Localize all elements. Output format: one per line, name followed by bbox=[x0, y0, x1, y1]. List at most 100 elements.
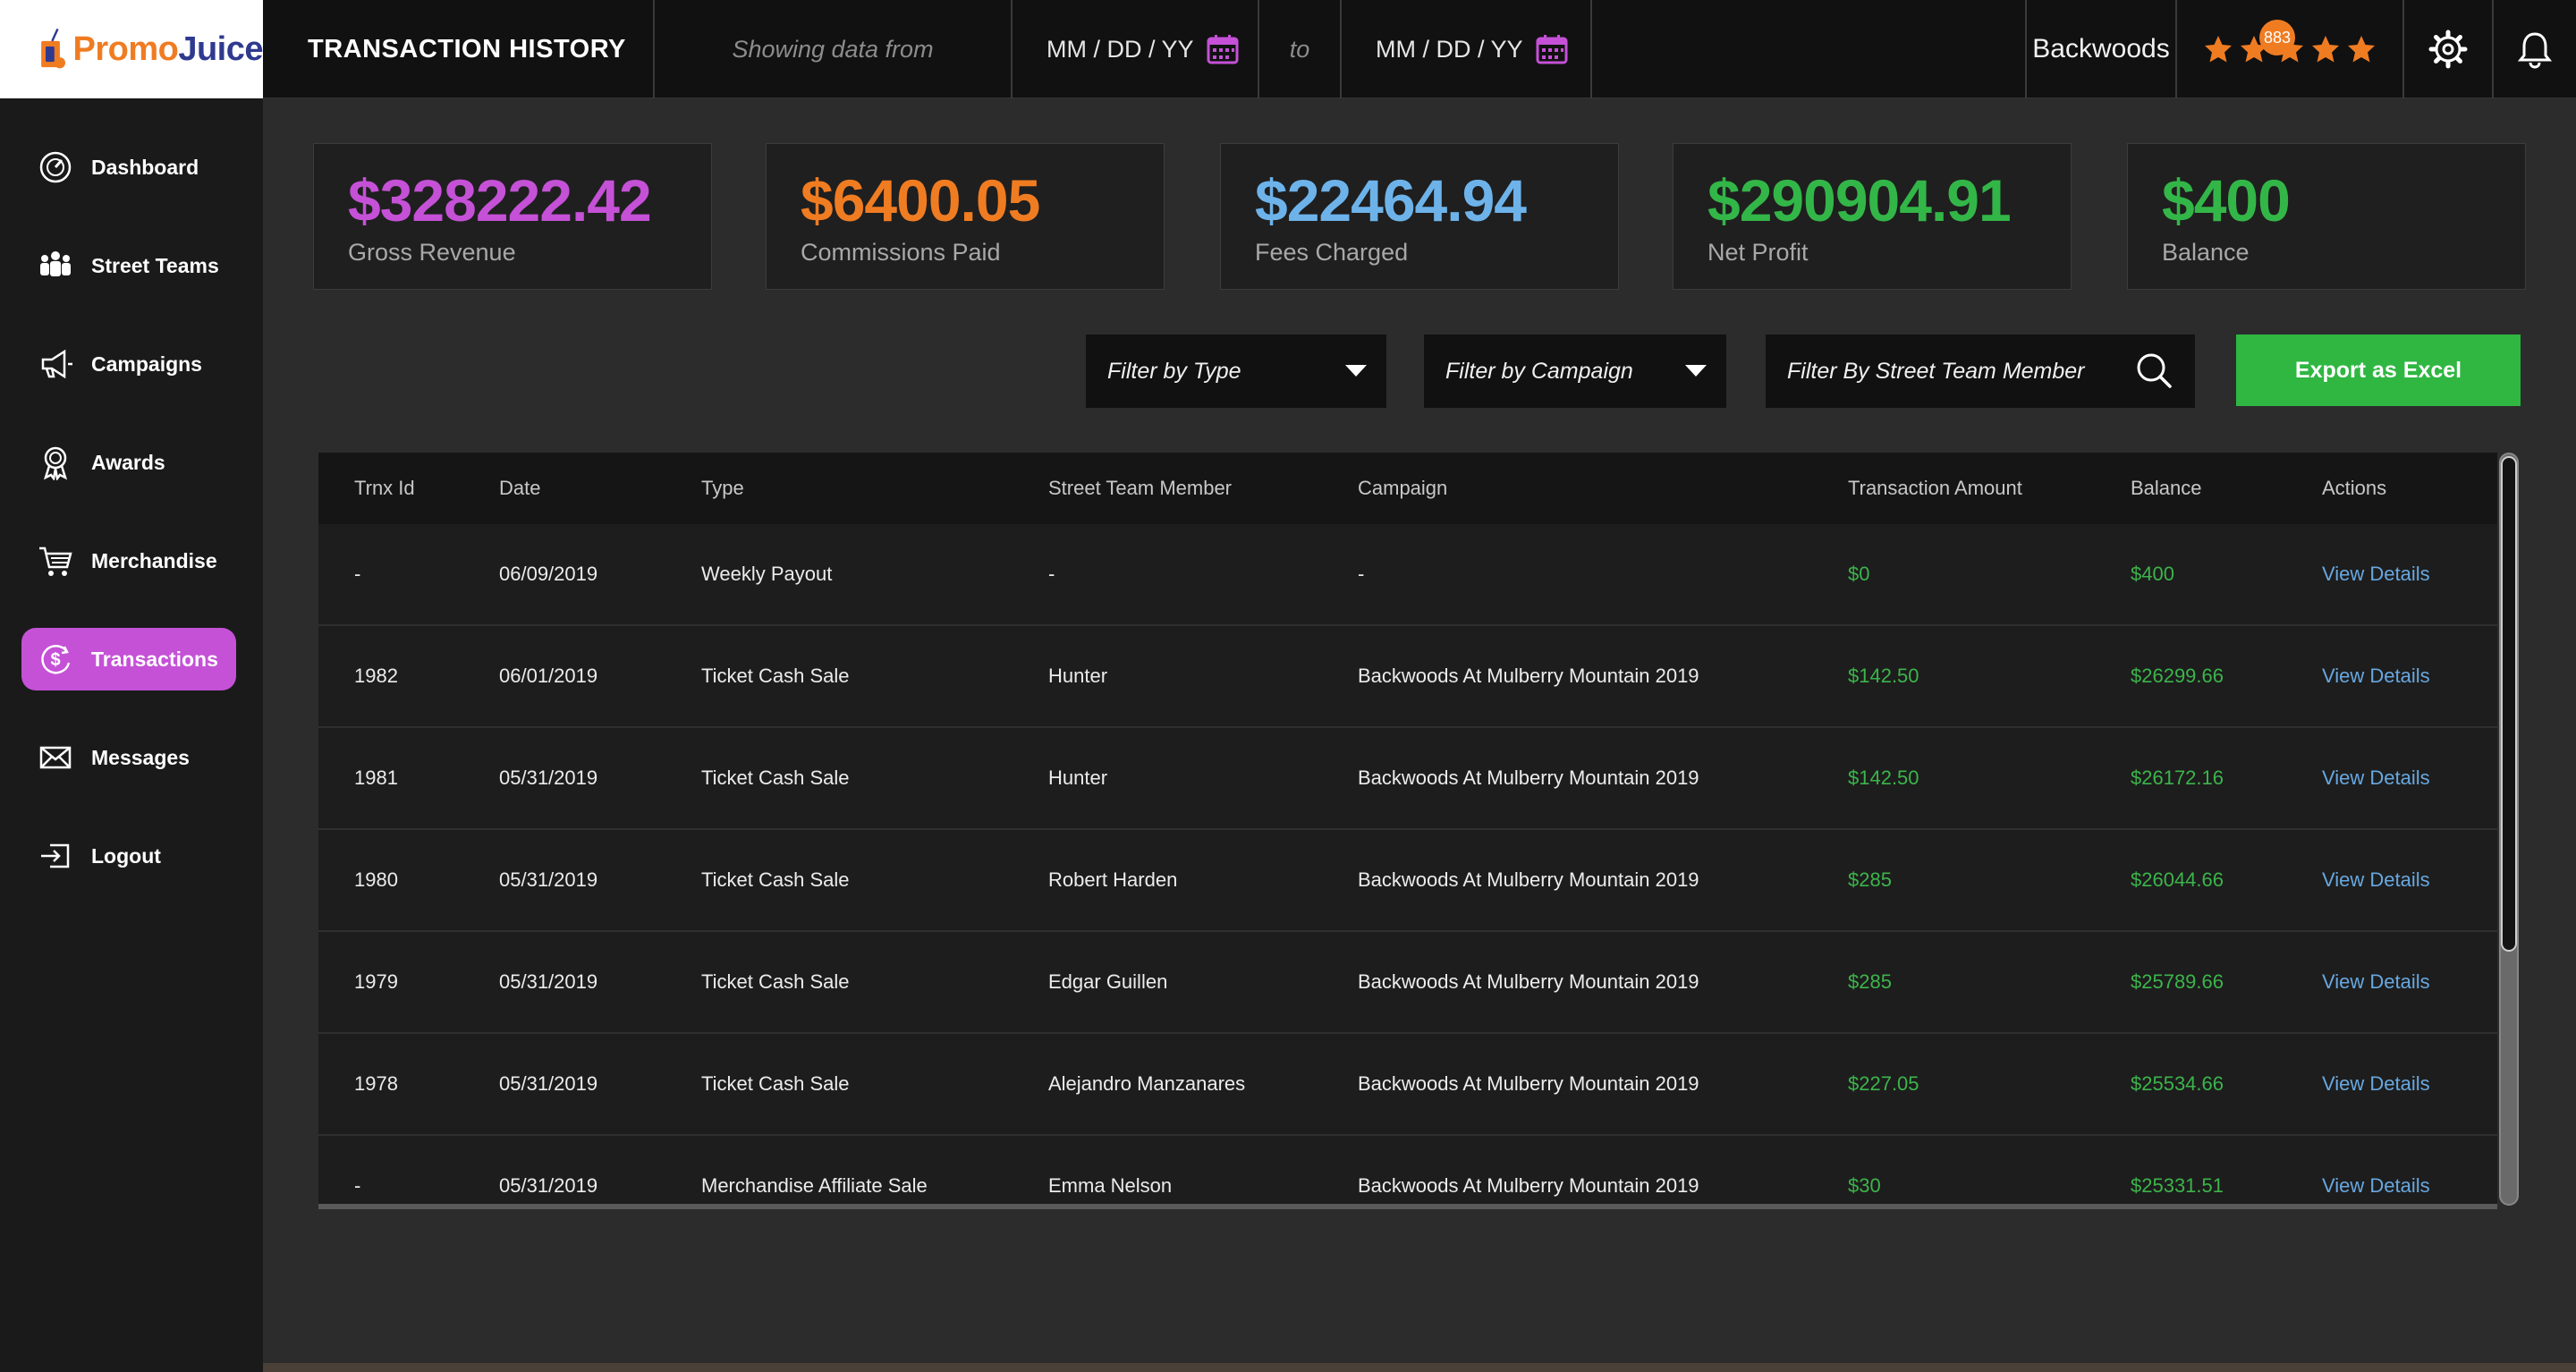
notifications-button[interactable] bbox=[2492, 0, 2576, 98]
star-icon bbox=[2205, 36, 2232, 63]
sidebar-item-merchandise[interactable]: Merchandise bbox=[21, 529, 236, 592]
app-logo[interactable]: PromoJuice bbox=[0, 0, 263, 98]
date-to-picker[interactable]: MM / DD / YY bbox=[1340, 0, 1590, 98]
export-excel-button[interactable]: Export as Excel bbox=[2236, 335, 2521, 406]
cell-date: 06/09/2019 bbox=[499, 563, 598, 585]
sidebar-item-label: Dashboard bbox=[91, 155, 199, 179]
cell-trnx-id: 1981 bbox=[354, 766, 398, 789]
filter-by-campaign-dropdown[interactable]: Filter by Campaign bbox=[1424, 335, 1726, 408]
stat-value: $328222.42 bbox=[348, 167, 652, 233]
stat-label: Gross Revenue bbox=[348, 239, 516, 266]
showing-label: Showing data from bbox=[653, 0, 1011, 98]
chevron-down-icon bbox=[1685, 365, 1707, 377]
stat-value: $6400.05 bbox=[801, 167, 1040, 233]
page-bottom-strip bbox=[263, 1363, 2576, 1372]
sidebar-item-transactions[interactable]: $ Transactions bbox=[21, 628, 236, 690]
cell-type: Ticket Cash Sale bbox=[701, 665, 850, 687]
stat-card-fees-charged: $22464.94 Fees Charged bbox=[1220, 143, 1619, 290]
stat-label: Net Profit bbox=[1707, 239, 1809, 266]
column-header: Campaign bbox=[1358, 477, 1448, 499]
cell-balance: $26299.66 bbox=[2131, 665, 2224, 687]
brand-name[interactable]: Backwoods bbox=[2025, 0, 2175, 98]
cell-balance: $26172.16 bbox=[2131, 766, 2224, 789]
cell-member: Emma Nelson bbox=[1048, 1174, 1173, 1197]
table-row: 1979 05/31/2019 Ticket Cash Sale Edgar G… bbox=[318, 932, 2497, 1034]
stat-card-balance: $400 Balance bbox=[2127, 143, 2526, 290]
cell-type: Ticket Cash Sale bbox=[701, 766, 850, 789]
table-row: 1982 06/01/2019 Ticket Cash Sale Hunter … bbox=[318, 626, 2497, 728]
filter-campaign-label: Filter by Campaign bbox=[1445, 358, 1633, 384]
search-placeholder: Filter By Street Team Member bbox=[1787, 358, 2085, 384]
cell-date: 05/31/2019 bbox=[499, 1072, 598, 1095]
award-icon bbox=[43, 446, 68, 480]
street-team-member-search-input[interactable]: Filter By Street Team Member bbox=[1766, 335, 2195, 408]
cell-trnx-id: 1978 bbox=[354, 1072, 398, 1095]
cell-trnx-id: - bbox=[354, 1174, 361, 1197]
cell-amount: $227.05 bbox=[1848, 1072, 1919, 1095]
cell-amount: $285 bbox=[1848, 868, 1892, 891]
cell-campaign: Backwoods At Mulberry Mountain 2019 bbox=[1358, 665, 1699, 687]
stat-value: $290904.91 bbox=[1707, 167, 2012, 233]
filter-type-label: Filter by Type bbox=[1107, 358, 1241, 384]
table-row: - 06/09/2019 Weekly Payout - - $0 $400 V… bbox=[318, 524, 2497, 626]
view-details-link[interactable]: View Details bbox=[2322, 1034, 2430, 1134]
cell-member: Edgar Guillen bbox=[1048, 970, 1168, 993]
notification-badge: 883 bbox=[2259, 20, 2295, 55]
cell-date: 05/31/2019 bbox=[499, 766, 598, 789]
column-header: Actions bbox=[2322, 477, 2387, 499]
cell-balance: $25789.66 bbox=[2131, 970, 2224, 993]
view-details-link[interactable]: View Details bbox=[2322, 830, 2430, 930]
gear-icon bbox=[2428, 30, 2468, 69]
cell-type: Weekly Payout bbox=[701, 563, 833, 585]
view-details-link[interactable]: View Details bbox=[2322, 728, 2430, 828]
column-header: Street Team Member bbox=[1048, 477, 1233, 499]
scrollbar-thumb[interactable] bbox=[2501, 456, 2517, 952]
view-details-link[interactable]: View Details bbox=[2322, 626, 2430, 726]
cell-campaign: - bbox=[1358, 563, 1365, 585]
column-header: Type bbox=[701, 477, 744, 499]
table-header: Trnx Id Date Type Street Team Member Cam… bbox=[318, 453, 2497, 524]
sidebar-item-messages[interactable]: Messages bbox=[21, 726, 236, 789]
stat-label: Fees Charged bbox=[1255, 239, 1409, 266]
table-row: 1978 05/31/2019 Ticket Cash Sale Alejand… bbox=[318, 1034, 2497, 1136]
sidebar-item-dashboard[interactable]: Dashboard bbox=[21, 136, 236, 199]
stat-card-net-profit: $290904.91 Net Profit bbox=[1673, 143, 2072, 290]
view-details-link[interactable]: View Details bbox=[2322, 524, 2430, 624]
view-details-link[interactable]: View Details bbox=[2322, 932, 2430, 1032]
top-header: TRANSACTION HISTORY Showing data from MM… bbox=[263, 0, 2576, 98]
envelope-icon bbox=[39, 746, 72, 769]
transactions-table: Trnx Id Date Type Street Team Member Cam… bbox=[318, 453, 2497, 1209]
sidebar-item-label: Awards bbox=[91, 450, 165, 474]
view-details-link[interactable]: View Details bbox=[2322, 1136, 2430, 1209]
sidebar: Dashboard Street Teams Campaigns Awards … bbox=[0, 98, 263, 1372]
cell-date: 05/31/2019 bbox=[499, 868, 598, 891]
cell-campaign: Backwoods At Mulberry Mountain 2019 bbox=[1358, 868, 1699, 891]
cell-date: 05/31/2019 bbox=[499, 970, 598, 993]
date-to-value: MM / DD / YY bbox=[1376, 35, 1523, 63]
filter-by-type-dropdown[interactable]: Filter by Type bbox=[1086, 335, 1386, 408]
sidebar-item-label: Messages bbox=[91, 745, 190, 769]
stat-value: $22464.94 bbox=[1255, 167, 1527, 233]
sidebar-item-logout[interactable]: Logout bbox=[21, 825, 236, 887]
cell-campaign: Backwoods At Mulberry Mountain 2019 bbox=[1358, 1174, 1699, 1197]
cell-date: 05/31/2019 bbox=[499, 1174, 598, 1197]
date-from-value: MM / DD / YY bbox=[1046, 35, 1194, 63]
search-icon[interactable] bbox=[2134, 351, 2174, 390]
settings-button[interactable] bbox=[2402, 0, 2492, 98]
cell-campaign: Backwoods At Mulberry Mountain 2019 bbox=[1358, 766, 1699, 789]
cell-member: Alejandro Manzanares bbox=[1048, 1072, 1246, 1095]
table-bottom-border bbox=[318, 1204, 2497, 1209]
juice-cup-icon bbox=[41, 28, 66, 69]
cell-campaign: Backwoods At Mulberry Mountain 2019 bbox=[1358, 1072, 1699, 1095]
cell-trnx-id: 1980 bbox=[354, 868, 398, 891]
sidebar-item-label: Logout bbox=[91, 843, 161, 868]
sidebar-item-label: Street Teams bbox=[91, 253, 219, 277]
cell-type: Ticket Cash Sale bbox=[701, 970, 850, 993]
table-row: 1980 05/31/2019 Ticket Cash Sale Robert … bbox=[318, 830, 2497, 932]
sidebar-item-awards[interactable]: Awards bbox=[21, 431, 236, 494]
to-label: to bbox=[1258, 0, 1340, 98]
sidebar-item-street-teams[interactable]: Street Teams bbox=[21, 234, 236, 297]
sidebar-item-campaigns[interactable]: Campaigns bbox=[21, 333, 236, 395]
date-from-picker[interactable]: MM / DD / YY bbox=[1011, 0, 1258, 98]
cell-type: Ticket Cash Sale bbox=[701, 1072, 850, 1095]
